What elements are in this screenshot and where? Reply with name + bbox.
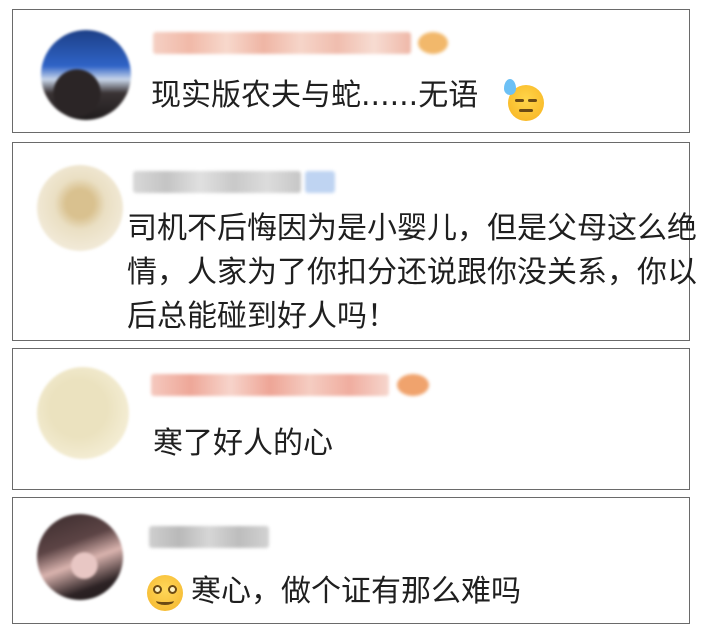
comment-text: 寒心，做个证有那么难吗	[191, 574, 521, 609]
avatar[interactable]	[37, 367, 129, 459]
avatar[interactable]	[37, 514, 123, 600]
username-blurred[interactable]	[149, 526, 269, 548]
comment-card: 寒心，做个证有那么难吗	[12, 497, 690, 624]
avatar[interactable]	[37, 165, 123, 251]
user-badge-icon	[305, 171, 335, 193]
username-blurred[interactable]	[153, 32, 411, 54]
comment-card: 现实版农夫与蛇......无语	[12, 9, 690, 133]
comment-card: 司机不后悔因为是小婴儿，但是父母这么绝 情，人家为了你扣分还说跟你没关系，你以 …	[12, 142, 697, 341]
sweat-smile-icon	[504, 79, 544, 121]
user-badge-icon	[418, 32, 448, 54]
comment-text-line: 情，人家为了你扣分还说跟你没关系，你以	[127, 255, 697, 290]
avatar[interactable]	[41, 30, 131, 120]
username-blurred[interactable]	[151, 374, 389, 396]
username-blurred[interactable]	[133, 171, 301, 193]
comment-text-line: 司机不后悔因为是小婴儿，但是父母这么绝	[127, 211, 697, 246]
comment-text-line: 后总能碰到好人吗！	[127, 299, 397, 334]
comment-card: 寒了好人的心	[12, 348, 690, 490]
weeping-smile-icon	[147, 575, 183, 611]
user-badge-icon	[397, 374, 429, 396]
comment-text: 现实版农夫与蛇......无语	[151, 78, 479, 113]
comment-text: 寒了好人的心	[153, 426, 333, 461]
